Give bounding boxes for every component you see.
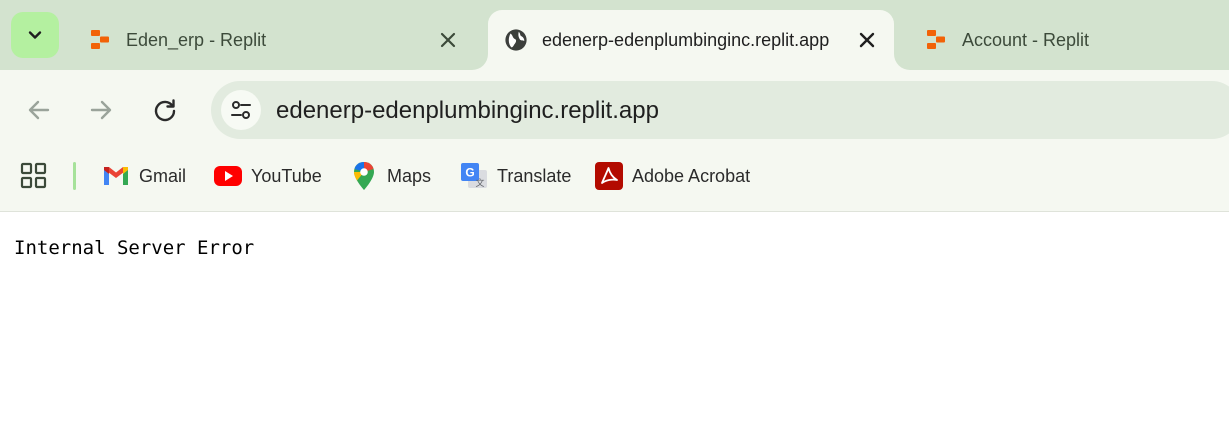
svg-text:文: 文 <box>475 177 484 189</box>
tune-icon <box>231 101 251 119</box>
globe-icon <box>504 28 528 52</box>
bookmark-youtube[interactable]: YouTube <box>213 160 322 192</box>
address-bar[interactable]: edenerp-edenplumbinginc.replit.app <box>211 81 1229 139</box>
tab-strip: Eden_erp - Replit edenerp-edenplumbingin… <box>0 0 1229 70</box>
bookmark-label: Maps <box>387 165 432 186</box>
gmail-icon <box>101 161 131 191</box>
site-info-button[interactable] <box>221 90 261 130</box>
reload-button[interactable] <box>147 92 183 128</box>
bookmark-adobe-acrobat[interactable]: Adobe Acrobat <box>594 160 750 192</box>
youtube-icon <box>213 161 243 191</box>
close-icon[interactable] <box>436 28 460 52</box>
bookmark-label: Adobe Acrobat <box>632 165 751 186</box>
replit-icon <box>924 28 948 52</box>
bookmark-gmail[interactable]: Gmail <box>101 160 186 192</box>
bookmark-label: YouTube <box>251 165 322 186</box>
replit-icon <box>88 28 112 52</box>
page-content: Internal Server Error <box>0 213 1229 422</box>
adobe-acrobat-icon <box>594 161 624 191</box>
svg-text:G: G <box>465 166 474 180</box>
bookmark-label: Translate <box>497 165 572 186</box>
translate-icon: G 文 <box>459 161 489 191</box>
bookmark-label: Gmail <box>139 165 187 186</box>
maps-icon <box>349 161 379 191</box>
chevron-down-icon <box>28 31 42 39</box>
tab-eden-erp[interactable]: Eden_erp - Replit <box>88 10 478 70</box>
reload-icon <box>154 99 176 122</box>
tab-title: Account - Replit <box>962 29 1090 50</box>
tab-search-button[interactable] <box>11 12 59 58</box>
close-icon[interactable] <box>855 28 879 52</box>
tab-edenerp-app[interactable]: edenerp-edenplumbinginc.replit.app <box>488 10 894 70</box>
bookmark-divider <box>73 162 76 190</box>
browser-toolbar: edenerp-edenplumbinginc.replit.app Gmail <box>0 70 1229 212</box>
bookmark-maps[interactable]: Maps <box>349 160 431 192</box>
arrow-right-icon <box>90 100 112 120</box>
url-text[interactable]: edenerp-edenplumbinginc.replit.app <box>276 97 659 125</box>
tab-title: Eden_erp - Replit <box>126 29 267 50</box>
apps-grid-icon[interactable] <box>20 162 48 190</box>
error-message: Internal Server Error <box>14 237 255 259</box>
tab-title: edenerp-edenplumbinginc.replit.app <box>542 29 830 50</box>
forward-button[interactable] <box>83 92 119 128</box>
back-button[interactable] <box>21 92 57 128</box>
tab-account-replit[interactable]: Account - Replit <box>924 10 1224 70</box>
bookmark-translate[interactable]: G 文 Translate <box>459 160 571 192</box>
bookmarks-bar: Gmail YouTube Maps G 文 Translate Adobe A… <box>0 154 1229 196</box>
arrow-left-icon <box>28 100 50 120</box>
